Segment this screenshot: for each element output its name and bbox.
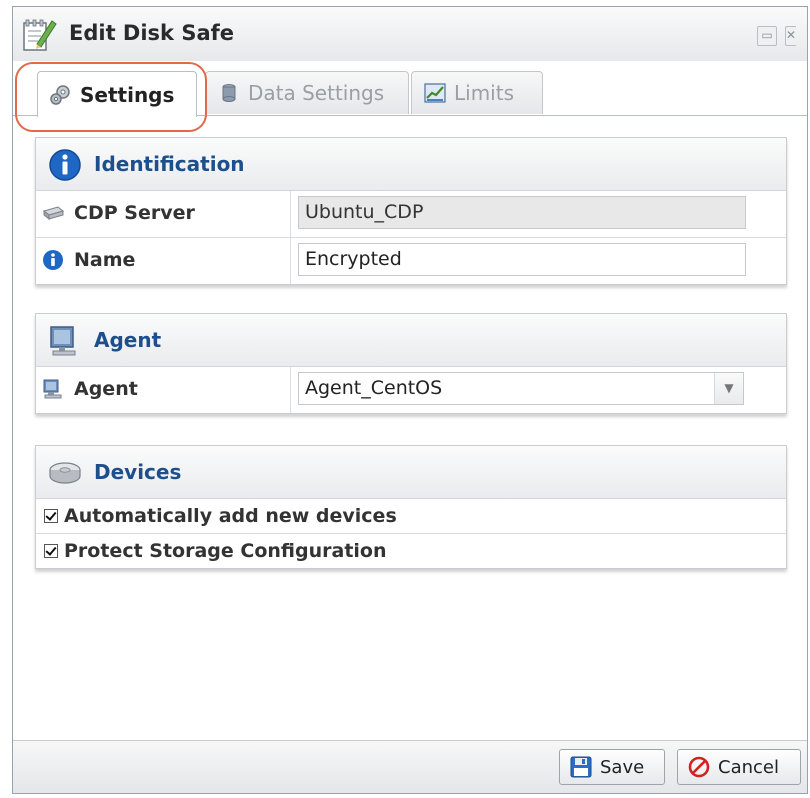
devices-title: Devices (94, 460, 182, 484)
gears-icon (50, 84, 72, 106)
dialog-footer: Save Cancel (13, 740, 807, 793)
row-divider (290, 367, 291, 413)
restore-button[interactable]: ▭ (757, 26, 777, 46)
agent-label-text: Agent (74, 378, 138, 400)
database-icon (218, 82, 240, 104)
close-button[interactable]: ✕ (785, 26, 796, 46)
computer-monitor-icon (48, 324, 82, 358)
cdp-server-label: CDP Server (42, 202, 195, 224)
agent-select-value: Agent_CentOS (305, 377, 443, 399)
title-bar: Edit Disk Safe ▭ ✕ (13, 7, 807, 62)
edit-notepad-icon (21, 17, 57, 53)
computer-small-icon (42, 378, 64, 400)
identification-title: Identification (94, 152, 245, 176)
cancel-circle-icon (688, 756, 710, 778)
cdp-server-row: CDP Server Ubuntu_CDP (36, 191, 786, 238)
cancel-button-label: Cancel (718, 756, 779, 778)
info-small-icon (42, 249, 64, 271)
save-button[interactable]: Save (559, 749, 665, 785)
save-button-label: Save (600, 756, 645, 778)
devices-panel: Devices Automatically add new devices Pr… (35, 445, 787, 569)
agent-panel: Agent Agent Agent_CentOS ▼ (35, 313, 787, 414)
agent-header: Agent (36, 314, 786, 367)
server-disk-icon (42, 202, 65, 224)
edit-disk-safe-window: Edit Disk Safe ▭ ✕ Settings Data Setting… (12, 6, 808, 794)
name-input[interactable]: Encrypted (298, 243, 746, 276)
agent-row: Agent Agent_CentOS ▼ (36, 367, 786, 413)
auto-add-devices-checkbox[interactable] (44, 509, 58, 523)
tab-limits[interactable]: Limits (411, 71, 543, 114)
info-icon (48, 148, 82, 182)
protect-storage-checkbox[interactable] (44, 544, 58, 558)
agent-select[interactable]: Agent_CentOS ▼ (298, 372, 744, 405)
name-label: Name (42, 249, 135, 271)
devices-header: Devices (36, 446, 786, 499)
hard-disk-icon (48, 456, 82, 490)
tab-data-settings[interactable]: Data Settings (205, 71, 409, 114)
auto-add-devices-option[interactable]: Automatically add new devices (36, 499, 786, 534)
cdp-server-label-text: CDP Server (74, 202, 195, 224)
cdp-server-field: Ubuntu_CDP (298, 196, 746, 229)
window-title: Edit Disk Safe (69, 21, 235, 45)
identification-header: Identification (36, 138, 786, 191)
name-row: Name Encrypted (36, 238, 786, 284)
protect-storage-option[interactable]: Protect Storage Configuration (36, 534, 786, 568)
chart-icon (424, 82, 446, 104)
agent-label: Agent (42, 378, 138, 400)
tab-strip: Settings Data Settings Limits (13, 61, 807, 117)
name-label-text: Name (74, 249, 136, 271)
protect-storage-label: Protect Storage Configuration (64, 540, 387, 562)
agent-title: Agent (94, 328, 162, 352)
row-divider (290, 238, 291, 284)
auto-add-devices-label: Automatically add new devices (64, 505, 397, 527)
identification-panel: Identification CDP Server Ubuntu_CDP Nam… (35, 137, 787, 285)
row-divider (290, 191, 291, 237)
chevron-down-icon[interactable]: ▼ (714, 373, 743, 404)
tab-limits-label: Limits (454, 81, 514, 105)
tab-settings[interactable]: Settings (37, 71, 197, 117)
floppy-disk-icon (570, 756, 592, 778)
tab-data-settings-label: Data Settings (248, 81, 385, 105)
tab-settings-label: Settings (80, 82, 175, 107)
cancel-button[interactable]: Cancel (677, 749, 801, 785)
